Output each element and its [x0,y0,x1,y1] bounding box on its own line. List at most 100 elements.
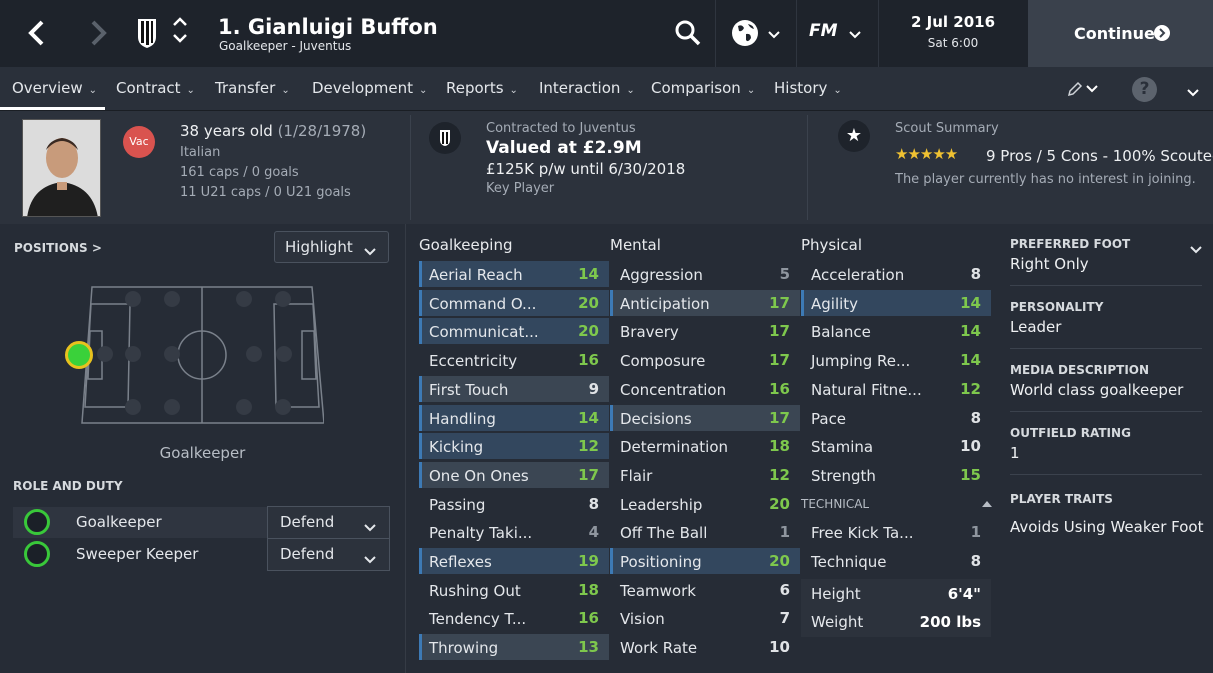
attribute-name: Natural Fitne... [811,380,922,399]
height-label: Height [811,585,861,603]
attribute-name: Penalty Taki... [429,524,533,543]
panel-chevron-down-icon[interactable] [1189,240,1203,259]
collapse-up-icon[interactable] [982,501,992,507]
tab-development[interactable]: Development ⌄ [312,79,427,97]
attribute-row[interactable]: Tendency T... 16 [419,605,609,631]
attribute-value: 18 [578,580,599,599]
attribute-value: 17 [769,293,790,312]
position-dot [125,291,141,307]
tab-bar: Overview ⌄ Contract ⌄ Transfer ⌄ Developmen… [0,67,1213,111]
attribute-row[interactable]: Handling 14 [419,404,609,431]
position-dot [164,346,180,362]
positions-link[interactable]: POSITIONS > [14,241,102,255]
attribute-row[interactable]: Aggression 5 [610,261,800,287]
scout-rating-stars: ★★★★★ [895,145,958,163]
tab-overview[interactable]: Overview ⌄ [12,79,97,97]
attribute-value: 13 [578,638,599,657]
attribute-row[interactable]: Flair 12 [610,462,800,488]
attribute-row[interactable]: Rushing Out 18 [419,577,609,603]
attribute-value: 12 [960,379,981,398]
attribute-name: Off The Ball [620,524,708,543]
attribute-row[interactable]: One On Ones 17 [419,461,609,488]
attribute-name: Passing [429,495,486,514]
position-dot [97,346,113,362]
attribute-name: Rushing Out [429,581,521,600]
attribute-name: Work Rate [620,639,698,658]
attribute-row[interactable]: Penalty Taki... 4 [419,519,609,545]
player-trait: Avoids Using Weaker Foot [1010,518,1204,536]
more-chevron-down-icon[interactable] [1186,83,1200,102]
active-tab-indicator [0,107,105,110]
attribute-row[interactable]: Anticipation 17 [610,289,800,316]
duty-dropdown[interactable]: Defend [267,538,390,571]
attribute-row[interactable]: Positioning 20 [610,548,800,574]
attribute-row[interactable]: Aerial Reach 14 [419,261,609,287]
continue-label: Continue [1074,24,1155,43]
fm-menu-label[interactable]: FM [809,21,838,41]
attribute-value: 18 [769,437,790,456]
attribute-name: Vision [620,610,665,629]
attribute-row[interactable]: Agility 14 [801,289,991,316]
attribute-row[interactable]: First Touch 9 [419,375,609,402]
mental-header: Mental [610,236,661,254]
globe-icon[interactable] [730,18,760,52]
forward-icon[interactable] [88,18,108,52]
attribute-row[interactable]: Off The Ball 1 [610,519,800,545]
attribute-row[interactable]: Strength 15 [801,462,991,488]
fm-chevron-down-icon[interactable] [848,25,862,44]
tab-interaction[interactable]: Interaction ⌄ [539,79,635,97]
search-icon[interactable] [675,20,701,50]
tab-transfer[interactable]: Transfer ⌄ [215,79,290,97]
attribute-value: 17 [769,408,790,427]
tab-comparison[interactable]: Comparison ⌄ [651,79,755,97]
attribute-row[interactable]: Bravery 17 [610,318,800,344]
attribute-row[interactable]: Throwing 13 [419,634,609,661]
duty-label: Defend [280,545,335,563]
attribute-row[interactable]: Leadership 20 [610,491,800,517]
attribute-value: 1 [779,523,790,542]
attribute-row[interactable]: Pace 8 [801,405,991,431]
edit-icon[interactable] [1067,81,1101,101]
attribute-row[interactable]: Concentration 16 [610,376,800,402]
attribute-value: 14 [578,408,599,427]
duty-dropdown[interactable]: Defend [267,506,390,539]
attribute-row[interactable]: Decisions 17 [610,404,800,431]
attribute-value: 20 [769,552,790,570]
attribute-name: Anticipation [620,294,710,313]
globe-chevron-down-icon[interactable] [767,25,781,44]
divider [1010,285,1202,286]
attribute-row[interactable]: Determination 18 [610,433,800,459]
attribute-row[interactable]: Vision 7 [610,605,800,631]
attribute-row[interactable]: Acceleration 8 [801,261,991,287]
tab-history[interactable]: History ⌄ [774,79,842,97]
help-icon[interactable]: ? [1132,77,1157,102]
attribute-row[interactable]: Technique 8 [801,548,991,574]
date-of-birth: (1/28/1978) [277,122,367,140]
attribute-name: Flair [620,466,653,485]
attribute-name: Handling [429,409,496,428]
attribute-row[interactable]: Kicking 12 [419,433,609,460]
highlight-dropdown[interactable]: Highlight [274,231,389,263]
attribute-row[interactable]: Work Rate 10 [610,634,800,660]
attribute-row[interactable]: Composure 17 [610,347,800,373]
attribute-row[interactable]: Teamwork 6 [610,577,800,603]
attribute-value: 8 [970,551,981,570]
u21-caps: 11 U21 caps / 0 U21 goals [180,185,351,200]
player-switch-icon[interactable] [172,15,188,51]
attribute-row[interactable]: Command O... 20 [419,289,609,316]
attribute-row[interactable]: Passing 8 [419,491,609,517]
attribute-row[interactable]: Jumping Re... 14 [801,347,991,373]
attribute-row[interactable]: Communicat... 20 [419,318,609,345]
tab-contract[interactable]: Contract ⌄ [116,79,195,97]
attribute-row[interactable]: Balance 14 [801,318,991,344]
attribute-row[interactable]: Reflexes 19 [419,548,609,574]
info-divider [410,115,411,220]
attribute-row[interactable]: Eccentricity 16 [419,347,609,373]
attribute-row[interactable]: Natural Fitne... 12 [801,376,991,402]
back-icon[interactable] [27,18,47,54]
tab-reports[interactable]: Reports ⌄ [446,79,518,97]
attribute-row[interactable]: Stamina 10 [801,433,991,459]
continue-button[interactable]: Continue [1028,0,1213,67]
position-dot [125,399,141,415]
attribute-row[interactable]: Free Kick Ta... 1 [801,519,991,545]
